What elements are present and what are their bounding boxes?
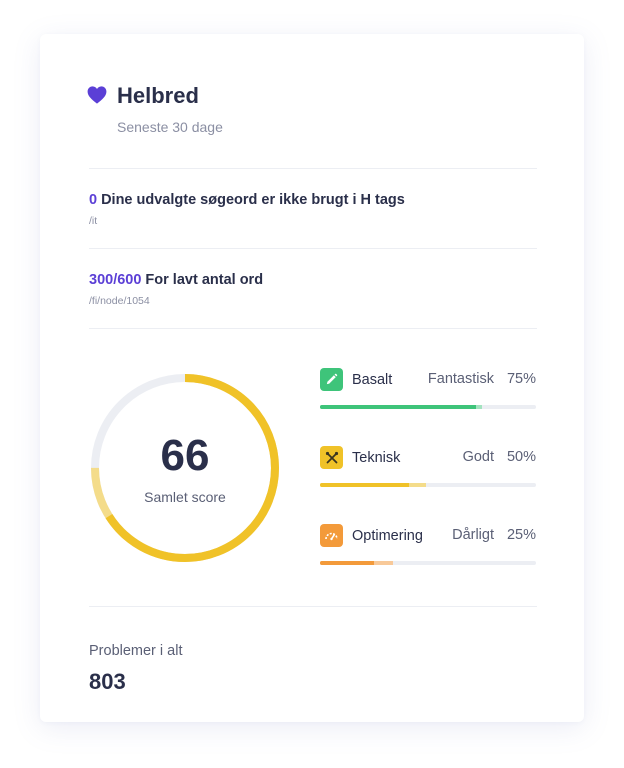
category-status: Godt: [462, 449, 494, 465]
category-name: Basalt: [352, 372, 393, 388]
issue-item[interactable]: 300/600 For lavt antal ord /fi/node/1054: [89, 271, 537, 307]
category-teknisk[interactable]: Teknisk Godt 50%: [320, 446, 540, 487]
heart-icon: [87, 86, 107, 104]
issue-count: 0: [89, 192, 98, 208]
issue-count: 300/600: [89, 272, 142, 288]
divider: [89, 248, 537, 249]
total-problems-label: Problemer i alt: [89, 643, 183, 659]
divider: [89, 328, 537, 329]
category-basalt[interactable]: Basalt Fantastisk 75%: [320, 368, 540, 409]
category-progress: [320, 561, 536, 565]
category-status: Fantastisk: [427, 371, 494, 387]
health-card: Helbred Seneste 30 dage 0 Dine udvalgte s…: [40, 34, 584, 722]
gauge-icon: [320, 524, 343, 547]
divider: [89, 168, 537, 169]
issue-path: /fi/node/1054: [89, 295, 150, 307]
pencil-icon: [320, 368, 343, 391]
category-progress-fill: [320, 483, 409, 487]
category-progress-fill: [320, 405, 476, 409]
category-progress-fill: [320, 561, 374, 565]
card-subtitle: Seneste 30 dage: [117, 119, 223, 135]
category-progress: [320, 405, 536, 409]
card-title: Helbred: [117, 83, 199, 108]
category-status: Dårligt: [452, 527, 494, 543]
issue-text: Dine udvalgte søgeord er ikke brugt i H …: [101, 192, 405, 208]
score-label: Samlet score: [144, 489, 226, 505]
issue-path: /it: [89, 215, 98, 227]
category-name: Optimering: [352, 528, 423, 544]
score-ring: 66 Samlet score: [87, 370, 283, 566]
category-progress: [320, 483, 536, 487]
tools-icon: [320, 446, 343, 469]
category-name: Teknisk: [352, 450, 401, 466]
total-problems-value: 803: [89, 669, 126, 694]
category-optimering[interactable]: Optimering Dårligt 25%: [320, 524, 540, 565]
issue-line: 300/600 For lavt antal ord: [89, 271, 537, 289]
divider: [89, 606, 537, 607]
category-percent: 75%: [506, 371, 536, 387]
issue-text: For lavt antal ord: [145, 272, 264, 288]
category-percent: 50%: [506, 449, 536, 465]
category-percent: 25%: [506, 527, 536, 543]
issue-line: 0 Dine udvalgte søgeord er ikke brugt i H…: [89, 191, 537, 209]
score-value: 66: [160, 431, 210, 480]
card-header: Helbred Seneste 30 dage: [87, 83, 547, 143]
issue-item[interactable]: 0 Dine udvalgte søgeord er ikke brugt i H…: [89, 191, 537, 227]
